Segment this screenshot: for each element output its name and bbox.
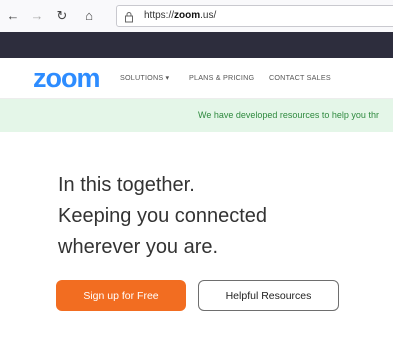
hero-line-2: Keeping you connected [58, 205, 268, 227]
reload-icon[interactable]: ↻ [53, 6, 71, 24]
lock-icon [124, 10, 134, 28]
hero-heading: In this together. Keeping you connected … [58, 170, 267, 263]
forward-arrow-icon[interactable]: → [28, 6, 46, 24]
info-banner: We have developed resources to help you … [0, 99, 393, 132]
top-strip [0, 32, 393, 58]
nav-contact-sales[interactable]: CONTACT SALES [269, 73, 331, 82]
zoom-logo[interactable]: zoom [33, 63, 100, 93]
nav-plans-pricing[interactable]: PLANS & PRICING [189, 73, 254, 82]
address-bar[interactable]: https://zoom.us/ [116, 5, 393, 27]
hero-line-1: In this together. [58, 174, 195, 196]
hero-line-3: wherever you are. [58, 236, 219, 258]
sign-up-button[interactable]: Sign up for Free [56, 280, 186, 311]
helpful-resources-button[interactable]: Helpful Resources [198, 280, 339, 311]
back-arrow-icon[interactable]: ← [4, 6, 22, 24]
browser-toolbar: ← → ↻ ⌂ https://zoom.us/ [0, 0, 393, 33]
banner-text[interactable]: We have developed resources to help you … [198, 110, 379, 120]
url-text: https://zoom.us/ [144, 10, 217, 21]
home-icon[interactable]: ⌂ [80, 6, 98, 24]
nav-solutions[interactable]: SOLUTIONS ▾ [120, 73, 169, 82]
site-header: zoom SOLUTIONS ▾ PLANS & PRICING CONTACT… [0, 58, 393, 99]
